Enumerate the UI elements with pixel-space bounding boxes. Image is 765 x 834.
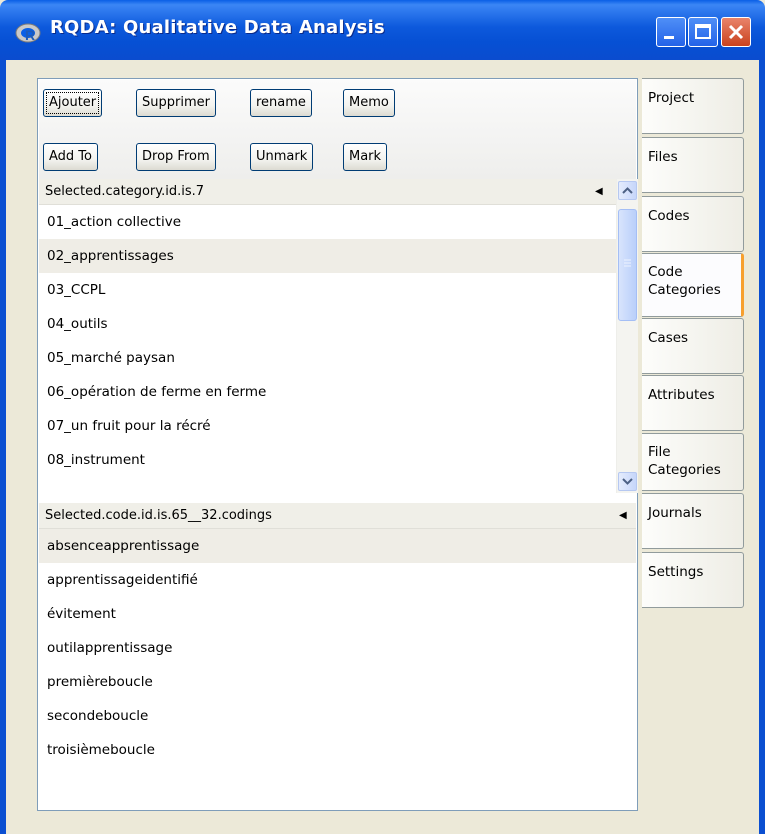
coding-list-item[interactable]: absenceapprentissage: [39, 529, 636, 563]
category-list-item[interactable]: 05_marché paysan: [39, 341, 616, 375]
title-bar[interactable]: R RQDA: Qualitative Data Analysis: [0, 0, 765, 60]
main-panel: Ajouter Supprimer rename Memo Add To Dro…: [37, 78, 638, 811]
scroll-grip-icon: [624, 259, 631, 267]
tab-code-categories[interactable]: Code Categories: [642, 253, 744, 317]
category-list-item[interactable]: 06_opération de ferme en ferme: [39, 375, 616, 409]
tab-files[interactable]: Files: [642, 137, 744, 193]
scroll-up-arrow-icon: [622, 187, 633, 194]
codings-list-header[interactable]: Selected.code.id.is.65__32.codings ◀: [39, 503, 636, 529]
scroll-down-arrow-icon: [622, 478, 633, 485]
category-header-label: Selected.category.id.is.7: [45, 184, 205, 199]
tab-codes[interactable]: Codes: [642, 196, 744, 252]
sort-arrow-icon: ◀: [595, 186, 603, 197]
tab-attributes[interactable]: Attributes: [642, 375, 744, 431]
minimize-icon: [664, 36, 674, 39]
close-button[interactable]: [721, 17, 751, 47]
memo-button[interactable]: Memo: [343, 89, 395, 117]
tab-project[interactable]: Project: [642, 78, 744, 134]
coding-list-item[interactable]: secondeboucle: [39, 699, 636, 733]
r-logo-icon: R: [15, 23, 41, 43]
tab-journals[interactable]: Journals: [642, 493, 744, 549]
category-list-item[interactable]: 04_outils: [39, 307, 616, 341]
scroll-thumb[interactable]: [618, 209, 637, 321]
coding-list-item[interactable]: apprentissageidentifié: [39, 563, 636, 597]
category-list[interactable]: 01_action collective 02_apprentissages 03_…: [39, 205, 616, 493]
minimize-button[interactable]: [656, 17, 686, 47]
tab-file-categories[interactable]: File Categories: [642, 433, 744, 491]
coding-list-item[interactable]: premièreboucle: [39, 665, 636, 699]
scroll-down-button[interactable]: [618, 472, 637, 491]
category-list-scrollbar[interactable]: [616, 179, 638, 493]
sort-arrow-icon: ◀: [619, 510, 627, 521]
unmark-button[interactable]: Unmark: [250, 143, 314, 171]
svg-text:R: R: [25, 27, 35, 43]
maximize-button[interactable]: [688, 17, 718, 47]
supprimer-button[interactable]: Supprimer: [136, 89, 216, 117]
window-frame-right: [759, 60, 765, 834]
coding-list-item[interactable]: évitement: [39, 597, 636, 631]
category-list-item[interactable]: 02_apprentissages: [39, 239, 616, 273]
category-list-item[interactable]: 01_action collective: [39, 205, 616, 239]
button-toolbar: [39, 80, 636, 179]
coding-list-item[interactable]: troisièmeboucle: [39, 733, 636, 767]
add-to-button[interactable]: Add To: [43, 143, 98, 171]
close-icon: [728, 24, 744, 40]
mark-button[interactable]: Mark: [343, 143, 388, 171]
rename-button[interactable]: rename: [250, 89, 312, 117]
window-frame-left: [0, 60, 6, 834]
tab-cases[interactable]: Cases: [642, 318, 744, 374]
drop-from-button[interactable]: Drop From: [136, 143, 216, 171]
category-list-item[interactable]: 07_un fruit pour la récré: [39, 409, 616, 443]
ajouter-button[interactable]: Ajouter: [43, 89, 103, 117]
coding-list-item[interactable]: outilapprentissage: [39, 631, 636, 665]
category-list-header[interactable]: Selected.category.id.is.7 ◀: [39, 179, 616, 205]
codings-header-label: Selected.code.id.is.65__32.codings: [45, 508, 272, 523]
category-list-item[interactable]: 03_CCPL: [39, 273, 616, 307]
tab-settings[interactable]: Settings: [642, 552, 744, 608]
codings-list[interactable]: absenceapprentissage apprentissageidentif…: [39, 529, 636, 809]
maximize-icon: [695, 24, 711, 39]
window-title: RQDA: Qualitative Data Analysis: [50, 17, 385, 38]
scroll-up-button[interactable]: [618, 181, 637, 200]
category-list-item[interactable]: 08_instrument: [39, 443, 616, 477]
